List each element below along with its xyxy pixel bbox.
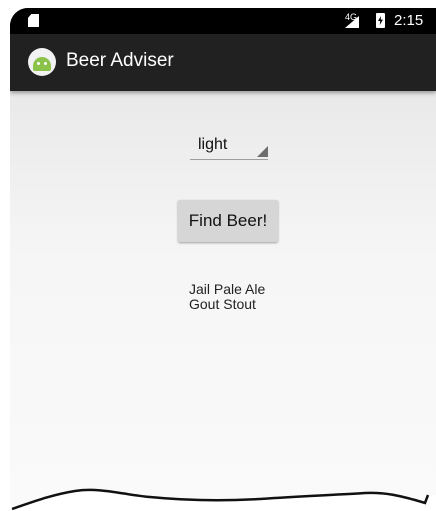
- app-title: Beer Adviser: [66, 50, 174, 71]
- device-frame: 4G 2:15 Beer Adviser light Find Beer! Ja…: [10, 8, 436, 511]
- battery-charging-icon: [376, 13, 385, 28]
- brand-item: Jail Pale Ale: [189, 281, 266, 297]
- android-right-eye: [44, 62, 47, 65]
- sd-card-icon: [28, 14, 39, 27]
- find-beer-button[interactable]: Find Beer!: [178, 200, 278, 242]
- brand-item: Gout Stout: [189, 296, 256, 312]
- android-head-shape: [33, 57, 51, 71]
- status-bar: 4G 2:15: [10, 8, 436, 34]
- charging-bolt-icon: [378, 16, 383, 25]
- status-clock: 2:15: [394, 12, 424, 29]
- beer-color-spinner[interactable]: light: [190, 127, 268, 160]
- main-content: light Find Beer! Jail Pale Ale Gout Stou…: [10, 91, 436, 511]
- android-icon: [28, 48, 56, 76]
- brands-result: Jail Pale Ale Gout Stout: [189, 282, 265, 312]
- torn-paper-edge: [0, 488, 436, 511]
- android-left-eye: [37, 62, 40, 65]
- spinner-selected-value: light: [198, 136, 228, 153]
- spinner-dropdown-icon: [257, 146, 268, 157]
- app-bar: Beer Adviser: [10, 34, 436, 91]
